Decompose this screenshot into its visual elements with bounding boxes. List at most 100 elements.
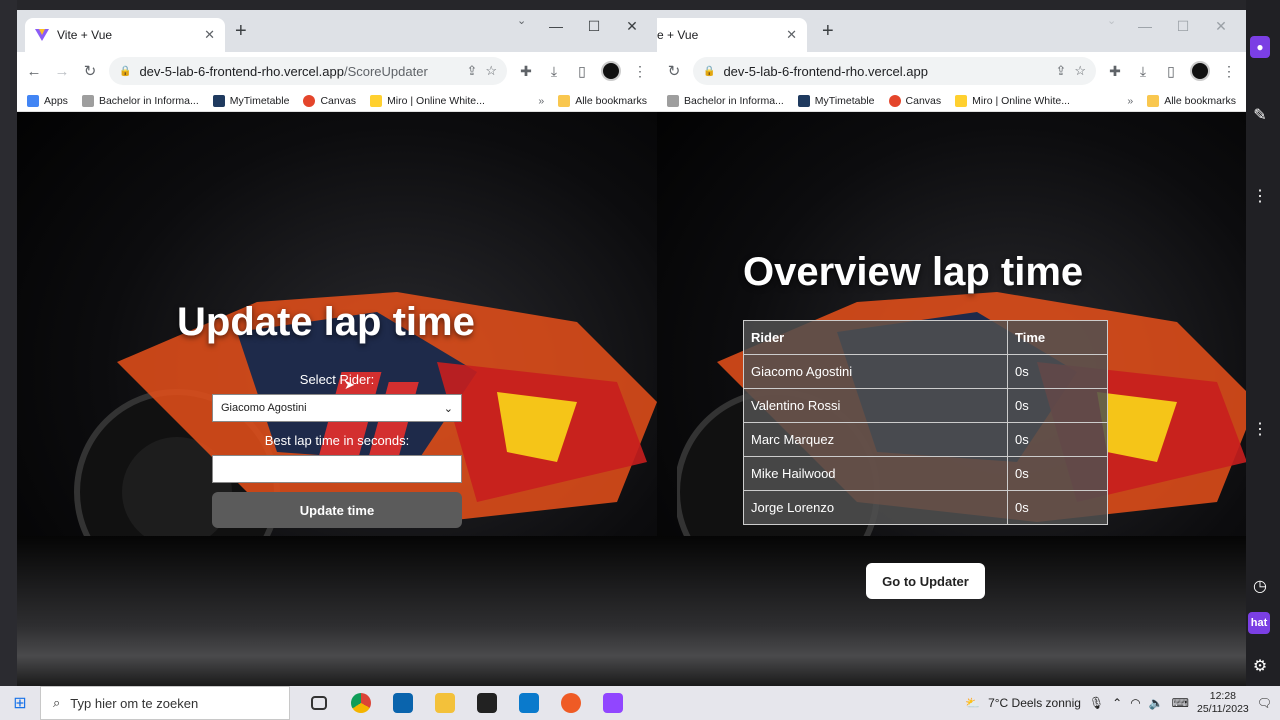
folder-icon <box>1147 94 1160 107</box>
tab-search-icon[interactable]: ⌄ <box>517 14 526 27</box>
more-bookmarks-icon[interactable]: » <box>1127 95 1133 107</box>
url-text: dev-5-lab-6-frontend-rho.vercel.app <box>723 63 928 79</box>
clock-icon[interactable]: ◷ <box>1250 576 1270 596</box>
share-icon[interactable]: ⇪ <box>466 63 477 79</box>
avatar[interactable] <box>1190 61 1210 81</box>
profile-icon[interactable]: ● <box>1250 36 1270 58</box>
vscode-icon[interactable] <box>508 686 550 720</box>
twitch-icon[interactable] <box>592 686 634 720</box>
keyboard-icon[interactable]: ⌨ <box>1172 696 1189 710</box>
bookmark-all[interactable]: Alle bookmarks <box>558 94 647 107</box>
bookmark-mytimetable[interactable]: MyTimetable <box>797 94 875 107</box>
close-window-icon[interactable]: ✕ <box>613 14 651 38</box>
bookmark-label: Apps <box>44 94 68 107</box>
bookmark-bachelor[interactable]: Bachelor in Informa... <box>667 94 784 107</box>
menu-kebab-icon[interactable]: ⋮ <box>1220 63 1238 80</box>
microphone-icon[interactable]: 🎙 <box>1089 696 1104 710</box>
postman-icon[interactable] <box>550 686 592 720</box>
url-text: dev-5-lab-6-frontend-rho.vercel.app/Scor… <box>139 64 458 79</box>
reload-icon[interactable]: ↻ <box>81 62 99 80</box>
notifications-icon[interactable]: 🗨 <box>1257 696 1272 710</box>
new-tab-icon[interactable]: + <box>822 20 834 43</box>
extensions-icon[interactable]: ✚ <box>1106 63 1124 80</box>
maximize-icon[interactable]: ☐ <box>1164 14 1202 38</box>
bookmark-bachelor[interactable]: Bachelor in Informa... <box>81 94 199 107</box>
download-icon[interactable]: ⤓ <box>545 63 563 80</box>
sticky-notes-icon[interactable] <box>466 686 508 720</box>
rider-select[interactable]: Giacomo Agostini ⌄ <box>212 394 462 422</box>
weather-text[interactable]: 7°C Deels zonnig <box>988 696 1081 710</box>
time-cell: 0s <box>1007 422 1108 457</box>
back-icon[interactable]: ← <box>25 63 43 80</box>
page-viewport: Overview lap time Rider Time Giacomo Ago… <box>657 112 1246 686</box>
desktop-left <box>0 0 17 686</box>
update-time-button[interactable]: Update time <box>212 492 462 528</box>
bookmark-star-icon[interactable]: ☆ <box>1074 63 1086 79</box>
window-controls: — ☐ ✕ <box>1126 14 1240 38</box>
mail-icon[interactable] <box>382 686 424 720</box>
forward-icon[interactable]: → <box>53 63 71 80</box>
bookmark-miro[interactable]: Miro | Online White... <box>370 94 485 107</box>
side-panel-icon[interactable]: ▯ <box>573 63 591 80</box>
lap-time-input[interactable] <box>212 455 462 483</box>
more-bookmarks-icon[interactable]: » <box>538 95 544 107</box>
menu-kebab-icon[interactable]: ⋮ <box>631 63 649 80</box>
minimize-icon[interactable]: — <box>1126 14 1164 38</box>
miro-icon <box>370 94 383 107</box>
taskbar-search[interactable]: ⌕ Typ hier om te zoeken <box>40 686 290 720</box>
tab-search-icon[interactable]: ⌄ <box>1107 14 1116 27</box>
chat-button[interactable]: hat <box>1248 612 1270 634</box>
address-bar[interactable]: 🔒 dev-5-lab-6-frontend-rho.vercel.app ⇪ … <box>693 57 1096 85</box>
browser-toolbar: ← → ↻ 🔒 dev-5-lab-6-frontend-rho.vercel.… <box>17 52 657 90</box>
settings-gear-icon[interactable]: ⚙ <box>1250 656 1270 676</box>
share-icon[interactable]: ⇪ <box>1055 63 1066 79</box>
lap-time-table: Rider Time Giacomo Agostini 0s Valentino … <box>743 320 1108 525</box>
clock[interactable]: 12:28 25/11/2023 <box>1197 690 1249 716</box>
taskbar-apps <box>298 686 634 720</box>
maximize-icon[interactable]: ☐ <box>575 14 613 38</box>
table-row: Valentino Rossi 0s <box>743 388 1108 423</box>
address-bar[interactable]: 🔒 dev-5-lab-6-frontend-rho.vercel.app/Sc… <box>109 57 507 85</box>
minimize-icon[interactable]: — <box>537 14 575 38</box>
bookmark-apps[interactable]: Apps <box>27 94 68 107</box>
page-title: Overview lap time <box>743 250 1084 294</box>
go-to-updater-button[interactable]: Go to Updater <box>866 563 985 599</box>
tab-vite-vue[interactable]: Vite + Vue ✕ <box>25 18 225 52</box>
close-window-icon[interactable]: ✕ <box>1202 14 1240 38</box>
bookmark-mytimetable[interactable]: MyTimetable <box>212 94 289 107</box>
bookmark-star-icon[interactable]: ☆ <box>485 63 497 79</box>
close-tab-icon[interactable]: ✕ <box>786 27 797 43</box>
bookmark-canvas[interactable]: Canvas <box>303 94 356 107</box>
weather-icon[interactable]: ⛅ <box>965 696 980 710</box>
close-tab-icon[interactable]: ✕ <box>204 27 215 43</box>
bookmark-all[interactable]: Alle bookmarks <box>1147 94 1236 107</box>
url-host: dev-5-lab-6-frontend-rho.vercel.app <box>139 63 344 79</box>
bookmark-canvas[interactable]: Canvas <box>888 94 941 107</box>
edit-pencil-icon[interactable]: ✎ <box>1250 105 1270 125</box>
side-panel-icon[interactable]: ▯ <box>1162 63 1180 80</box>
search-placeholder: Typ hier om te zoeken <box>70 695 199 711</box>
network-icon[interactable]: ◠ <box>1130 696 1140 710</box>
apps-grid-icon <box>27 94 39 107</box>
extensions-icon[interactable]: ✚ <box>517 63 535 80</box>
tab-vite-vue[interactable]: e + Vue ✕ <box>657 18 807 52</box>
page-icon <box>81 94 94 107</box>
table-row: Mike Hailwood 0s <box>743 456 1108 491</box>
avatar[interactable] <box>601 61 621 81</box>
more-kebab-icon[interactable]: ⋮ <box>1250 419 1270 439</box>
download-icon[interactable]: ⤓ <box>1134 63 1152 80</box>
chrome-icon[interactable] <box>340 686 382 720</box>
chevron-up-icon[interactable]: ⌃ <box>1112 696 1122 710</box>
reload-icon[interactable]: ↻ <box>665 62 683 80</box>
bookmark-label: Bachelor in Informa... <box>684 94 784 107</box>
volume-icon[interactable]: 🔈 <box>1149 696 1164 710</box>
bookmark-miro[interactable]: Miro | Online White... <box>955 94 1070 107</box>
new-tab-icon[interactable]: + <box>235 20 247 43</box>
more-kebab-icon[interactable]: ⋮ <box>1250 186 1270 206</box>
rider-cell: Giacomo Agostini <box>743 354 1008 389</box>
table-row: Jorge Lorenzo 0s <box>743 490 1108 525</box>
task-view-icon[interactable] <box>298 686 340 720</box>
windows-start-icon[interactable]: ⊞ <box>0 693 40 713</box>
mouse-cursor-icon: ➤ <box>344 377 355 392</box>
file-explorer-icon[interactable] <box>424 686 466 720</box>
